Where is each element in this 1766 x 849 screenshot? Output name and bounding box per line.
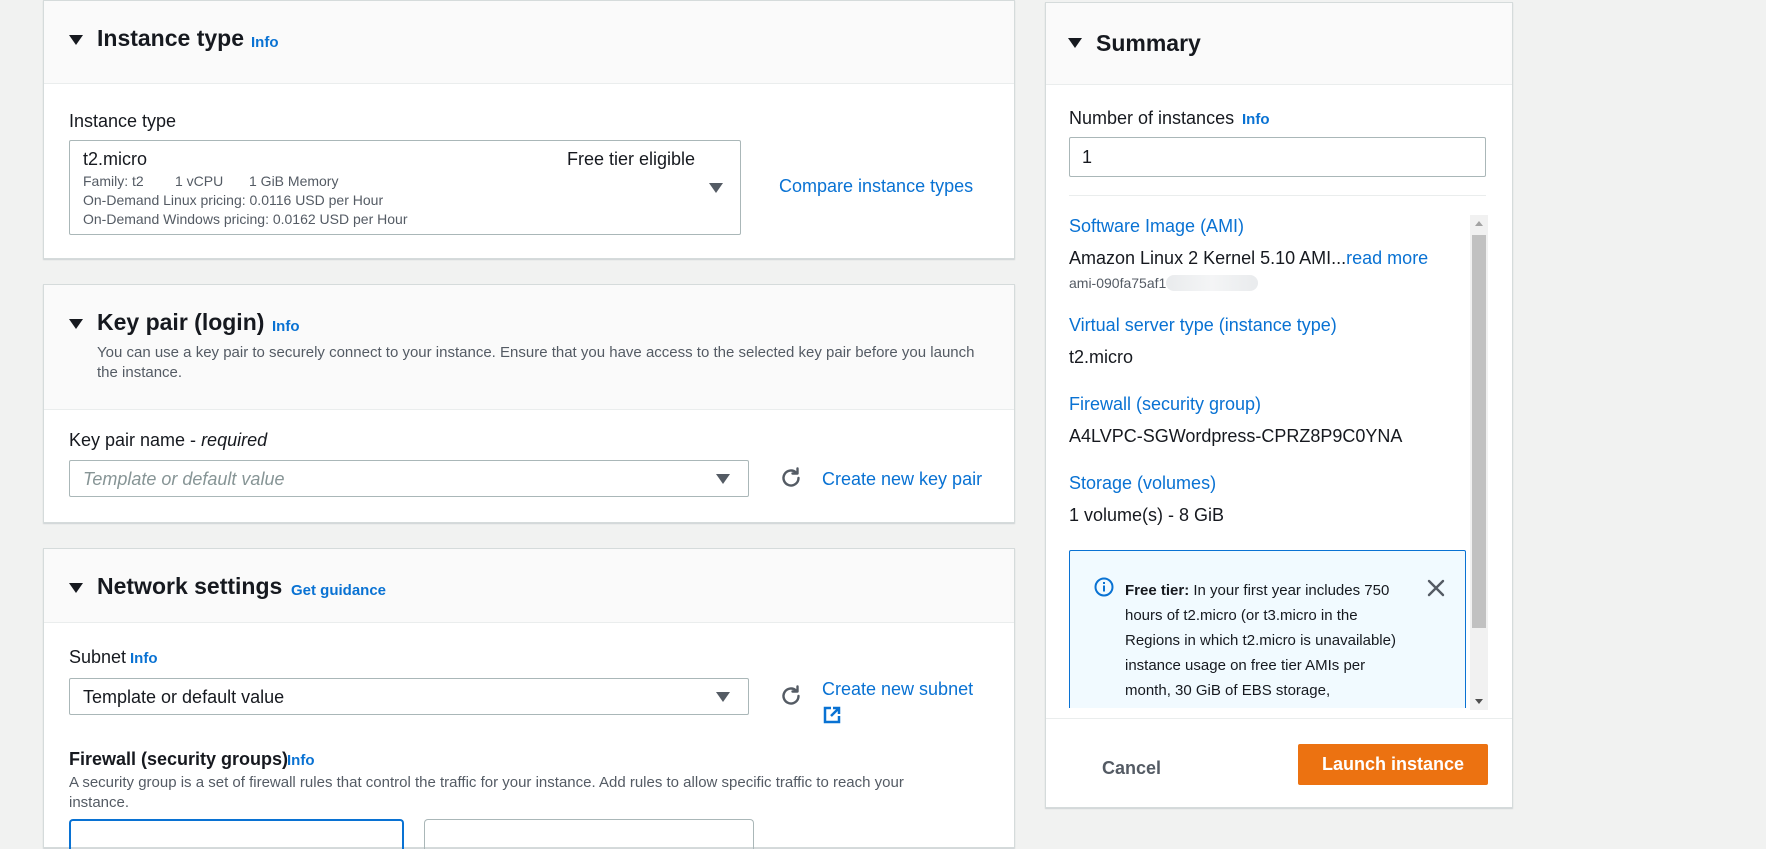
instance-memory: 1 GiB Memory (249, 173, 339, 189)
subnet-label: Subnet (69, 647, 127, 667)
number-of-instances-label: Number of instances (1069, 108, 1235, 128)
collapse-caret-icon[interactable] (69, 583, 83, 593)
close-icon[interactable] (1427, 579, 1445, 597)
launch-instance-button[interactable]: Launch instance (1298, 744, 1488, 785)
info-link[interactable]: Info (272, 318, 300, 335)
ami-key-link[interactable]: Software Image (AMI) (1069, 216, 1244, 237)
divider (1069, 195, 1486, 196)
ami-value: Amazon Linux 2 Kernel 5.10 AMI...read mo… (1069, 248, 1428, 269)
storage-value: 1 volume(s) - 8 GiB (1069, 505, 1225, 525)
dropdown-caret-icon (716, 474, 730, 484)
key-pair-placeholder: Template or default value (83, 469, 285, 489)
firewall-label: Firewall (security groups) (69, 749, 289, 769)
free-tier-alert: Free tier: In your first year includes 7… (1069, 550, 1466, 708)
dropdown-caret-icon (709, 183, 723, 193)
summary-panel: Summary Number of instances Info 1 Softw… (1045, 2, 1513, 808)
scroll-up-icon[interactable] (1475, 221, 1483, 226)
section-title: Key pair (login) (97, 309, 265, 335)
required-marker: required (201, 430, 268, 450)
number-of-instances-value: 1 (1082, 147, 1093, 167)
firewall-key-link[interactable]: Firewall (security group) (1069, 394, 1261, 415)
instance-type-panel: Instance type Info Instance type t2.micr… (43, 0, 1015, 259)
redacted-blur (1166, 275, 1259, 291)
scroll-down-icon[interactable] (1475, 699, 1483, 704)
section-title: Network settings (97, 573, 283, 599)
collapse-caret-icon[interactable] (69, 319, 83, 329)
subnet-info-link[interactable]: Info (130, 650, 158, 667)
instance-type-label: Instance type (69, 111, 177, 131)
key-pair-select[interactable]: Template or default value (69, 460, 749, 497)
instance-type-header[interactable]: Instance type Info (44, 1, 1014, 84)
key-pair-header[interactable]: Key pair (login) Info You can use a key … (44, 285, 1014, 410)
read-more-link[interactable]: read more (1346, 248, 1428, 268)
key-pair-label-text: Key pair name - (69, 430, 202, 450)
subnet-value: Template or default value (83, 687, 285, 707)
refresh-icon[interactable] (779, 466, 803, 490)
footer-divider (1046, 718, 1512, 719)
refresh-icon[interactable] (779, 684, 803, 708)
instance-type-select[interactable]: t2.micro Free tier eligible Family: t2 1… (69, 140, 741, 235)
get-guidance-link[interactable]: Get guidance (291, 582, 386, 599)
summary-title: Summary (1096, 30, 1201, 56)
external-link-icon[interactable] (822, 705, 842, 725)
instance-vcpu: 1 vCPU (175, 173, 224, 189)
linux-pricing: On-Demand Linux pricing: 0.0116 USD per … (83, 192, 384, 208)
free-tier-title: Free tier: (1125, 582, 1190, 599)
server-type-value: t2.micro (1069, 347, 1134, 367)
collapse-caret-icon[interactable] (69, 35, 83, 45)
scrollbar-thumb[interactable] (1472, 235, 1486, 628)
firewall-value: A4LVPC-SGWordpress-CPRZ8P9C0YNA (1069, 426, 1403, 446)
dropdown-caret-icon (716, 692, 730, 702)
cancel-button[interactable]: Cancel (1096, 753, 1166, 783)
create-key-pair-link[interactable]: Create new key pair (822, 469, 982, 490)
firewall-info-link[interactable]: Info (287, 752, 315, 769)
ami-id: ami-090fa75af1 (1069, 275, 1259, 291)
info-link[interactable]: Info (251, 34, 279, 51)
instance-type-name: t2.micro (83, 149, 148, 169)
key-pair-description: You can use a key pair to securely conne… (97, 344, 975, 381)
section-title: Instance type (97, 25, 244, 51)
network-settings-panel: Network settings Get guidance Subnet Inf… (43, 548, 1015, 849)
firewall-description: A security group is a set of firewall ru… (69, 774, 904, 811)
instance-family: Family: t2 (83, 173, 144, 189)
firewall-option-existing[interactable] (424, 819, 754, 849)
free-tier-badge: Free tier eligible (567, 149, 696, 169)
summary-scrollbar[interactable] (1470, 215, 1488, 710)
compare-instance-types-link[interactable]: Compare instance types (779, 176, 973, 197)
create-subnet-link[interactable]: Create new subnet (822, 679, 973, 700)
free-tier-body: In your first year includes 750 hours of… (1125, 582, 1396, 699)
collapse-caret-icon[interactable] (1068, 38, 1082, 48)
ami-name: Amazon Linux 2 Kernel 5.10 AMI... (1069, 248, 1347, 268)
storage-key-link[interactable]: Storage (volumes) (1069, 473, 1216, 494)
key-pair-panel: Key pair (login) Info You can use a key … (43, 284, 1015, 523)
summary-header[interactable]: Summary (1046, 3, 1512, 85)
ami-id-text: ami-090fa75af1 (1069, 275, 1167, 291)
free-tier-text: Free tier: In your first year includes 7… (1125, 578, 1415, 703)
key-pair-name-label: Key pair name - required (69, 430, 267, 451)
windows-pricing: On-Demand Windows pricing: 0.0162 USD pe… (83, 211, 408, 227)
number-of-instances-input[interactable]: 1 (1069, 137, 1486, 177)
network-settings-header[interactable]: Network settings Get guidance (44, 549, 1014, 623)
summary-scroll-area: Software Image (AMI) Amazon Linux 2 Kern… (1046, 208, 1486, 708)
server-type-key-link[interactable]: Virtual server type (instance type) (1069, 315, 1337, 336)
instances-info-link[interactable]: Info (1242, 111, 1270, 128)
firewall-option-create[interactable] (69, 819, 404, 849)
info-circle-icon (1094, 577, 1114, 597)
subnet-select[interactable]: Template or default value (69, 678, 749, 715)
